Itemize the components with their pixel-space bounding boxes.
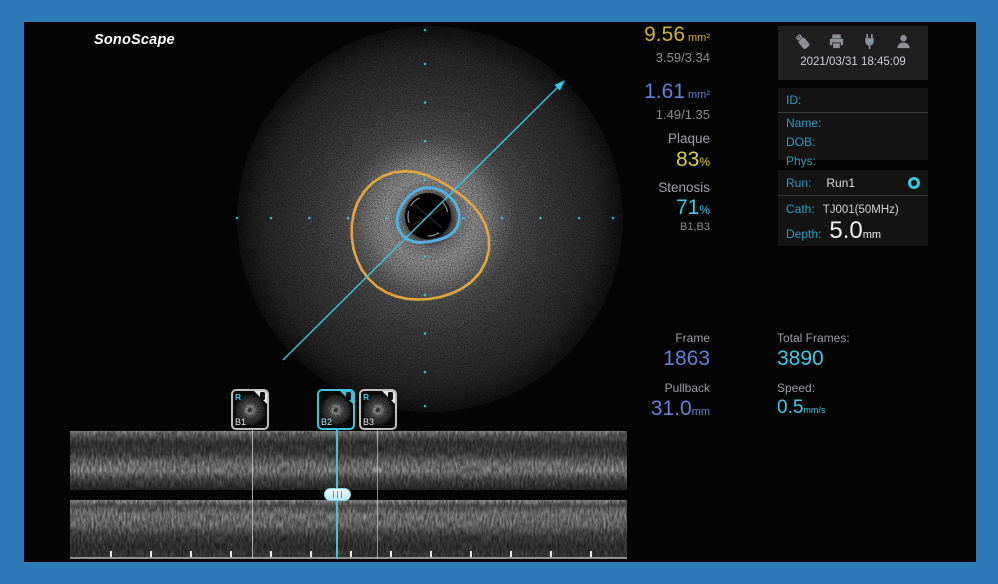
speed-value: 0.5 xyxy=(777,397,803,418)
patient-name-field: Name: xyxy=(778,113,928,132)
user-icon[interactable] xyxy=(895,33,912,50)
patient-id-field[interactable]: ID: xyxy=(778,88,928,113)
cath-value: TJ001(50MHz) xyxy=(823,204,899,216)
bookmark-r-flag: R xyxy=(235,392,241,402)
stenosis-reference: B1,B3 xyxy=(644,222,710,233)
plaque-burden: 83% xyxy=(644,149,710,170)
patient-phys-field: Phys: xyxy=(778,151,928,170)
pullback-value: 31.0 xyxy=(651,397,692,420)
cath-label: Cath: xyxy=(786,202,815,216)
screen: SonoScape 9.56mm² 3.59/3.34 1.61mm² 1.49… xyxy=(24,22,976,562)
plaque-unit: % xyxy=(699,155,710,169)
pullback-ruler-ticks xyxy=(70,550,627,557)
bookmark-card-icon xyxy=(388,392,393,400)
slider-grip xyxy=(333,491,335,498)
depth-value: 5.0 xyxy=(829,217,862,245)
stenosis-label: Stenosis xyxy=(644,181,710,195)
lumen-area-value: 1.61 xyxy=(644,80,685,103)
ivus-cross-section-image[interactable] xyxy=(235,24,625,414)
system-toolbar: 2021/03/31 18:45:09 xyxy=(778,26,928,80)
pullback-label: Pullback xyxy=(651,382,710,394)
longitudinal-view-top[interactable] xyxy=(70,431,627,490)
run-info-panel: Run: Run1 Cath: TJ001(50MHz) Depth: 5.0 … xyxy=(778,170,928,246)
patient-info-panel: ID: Name: DOB: Phys: xyxy=(778,88,928,160)
run-record-icon[interactable] xyxy=(908,177,920,189)
datetime: 2021/03/31 18:45:09 xyxy=(778,56,928,68)
frame-counter-column: Frame 1863 Pullback 31.0mm xyxy=(651,332,710,419)
bookmark-id: B2 xyxy=(321,417,332,427)
bookmark-marker-line-b1 xyxy=(252,430,253,559)
patient-dob-field: DOB: xyxy=(778,132,928,151)
usb-drive-icon[interactable] xyxy=(794,33,811,50)
stenosis-unit: % xyxy=(699,203,710,217)
speed-label: Speed: xyxy=(777,382,850,394)
vessel-area-value: 9.56 xyxy=(644,23,685,46)
frame-slider-handle[interactable] xyxy=(324,488,351,501)
plaque-label: Plaque xyxy=(644,132,710,146)
pullback-unit: mm xyxy=(692,406,710,418)
catheter-row: Cath: TJ001(50MHz) xyxy=(778,202,928,216)
measurement-panel: 9.56mm² 3.59/3.34 1.61mm² 1.49/1.35 Plaq… xyxy=(644,24,710,233)
run-selector[interactable]: Run: Run1 xyxy=(778,170,928,196)
run-label: Run: xyxy=(786,176,811,190)
bookmark-r-flag: R xyxy=(363,392,369,402)
bookmark-card-icon xyxy=(260,392,265,400)
lumen-area-unit: mm² xyxy=(688,89,710,101)
device-bezel: SonoScape 9.56mm² 3.59/3.34 1.61mm² 1.49… xyxy=(0,0,998,584)
lumen-area: 1.61mm² xyxy=(644,81,710,102)
pullback-ruler-baseline xyxy=(70,557,627,559)
total-frames-label: Total Frames: xyxy=(777,332,850,344)
bookmark-thumbnail-b1[interactable]: R B1 xyxy=(231,389,269,430)
bookmark-id: B1 xyxy=(235,417,246,427)
stenosis-percent: 71% xyxy=(644,197,710,218)
stenosis-value: 71 xyxy=(676,196,699,219)
bookmark-thumbnail-b3[interactable]: R B3 xyxy=(359,389,397,430)
bookmark-card-icon xyxy=(346,392,351,400)
totals-column: Total Frames: 3890 Speed: 0.5mm/s xyxy=(777,332,850,417)
depth-unit: mm xyxy=(863,229,881,241)
depth-label: Depth: xyxy=(786,227,821,241)
lumen-diameters: 1.49/1.35 xyxy=(644,108,710,121)
depth-row: Depth: 5.0 mm xyxy=(778,217,928,245)
frame-number: 1863 xyxy=(651,348,710,369)
power-plug-icon[interactable] xyxy=(861,33,878,50)
speed-unit: mm/s xyxy=(803,405,825,415)
total-frames-value: 3890 xyxy=(777,348,850,369)
slider-grip xyxy=(337,491,339,498)
vessel-diameters: 3.59/3.34 xyxy=(644,51,710,64)
bookmark-marker-line-b3 xyxy=(377,430,378,559)
printer-icon[interactable] xyxy=(828,33,845,50)
frame-label: Frame xyxy=(651,332,710,344)
vessel-area-unit: mm² xyxy=(688,32,710,44)
bookmark-thumbnail-b2[interactable]: B2 xyxy=(317,389,355,430)
plaque-value: 83 xyxy=(676,148,699,171)
brand-logo: SonoScape xyxy=(94,32,175,48)
run-value: Run1 xyxy=(826,176,855,190)
longitudinal-view-bottom[interactable] xyxy=(70,500,627,557)
toolbar-icons xyxy=(778,26,928,50)
vessel-area: 9.56mm² xyxy=(644,24,710,45)
bookmark-id: B3 xyxy=(363,417,374,427)
slider-grip xyxy=(341,491,343,498)
pullback-distance: 31.0mm xyxy=(651,398,710,419)
speed: 0.5mm/s xyxy=(777,398,850,417)
